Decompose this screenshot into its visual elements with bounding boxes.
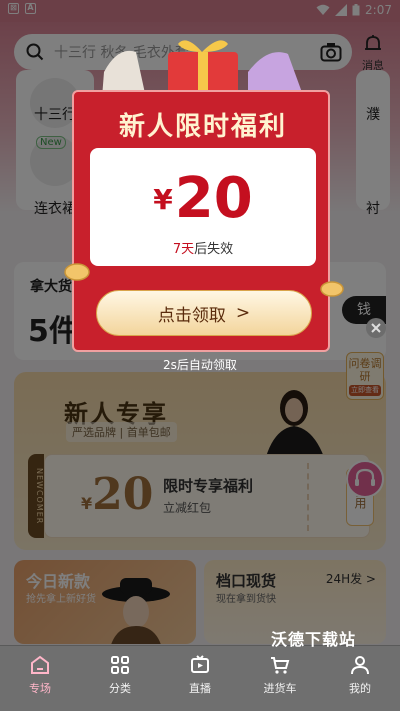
tab-label: 进货车 xyxy=(263,682,297,695)
popup-card: 新人限时福利 ¥20 7天后失效 点击领取 > xyxy=(72,90,330,352)
tab-cart[interactable]: 进货车 xyxy=(240,654,320,696)
coupon-expiry: 7天后失效 xyxy=(172,242,234,257)
tab-label: 分类 xyxy=(109,682,131,695)
person-icon xyxy=(351,656,369,675)
home-icon xyxy=(31,655,49,674)
welfare-popup: 新人限时福利 ¥20 7天后失效 点击领取 > xyxy=(72,90,330,352)
close-popup-button[interactable] xyxy=(366,318,386,338)
claim-button[interactable]: 点击领取 > xyxy=(96,290,312,336)
chevron-right-icon: > xyxy=(235,303,251,323)
popup-title: 新人限时福利 xyxy=(118,112,287,142)
grid-icon xyxy=(111,656,129,674)
coin-icon xyxy=(64,263,90,281)
coin-icon xyxy=(320,281,344,297)
tab-live[interactable]: 直播 xyxy=(160,654,240,696)
bottom-tab-bar: 专场 分类 直播 进货车 我的 xyxy=(0,645,400,711)
cart-icon xyxy=(271,657,290,674)
popup-coupon: ¥20 7天后失效 xyxy=(90,148,316,266)
claim-label: 点击领取 xyxy=(157,305,226,326)
tab-label: 直播 xyxy=(189,682,211,695)
tab-category[interactable]: 分类 xyxy=(80,654,160,696)
close-icon xyxy=(371,323,381,333)
tab-profile[interactable]: 我的 xyxy=(320,654,400,696)
coupon-amount: ¥20 xyxy=(153,166,253,231)
tv-icon xyxy=(191,655,209,673)
tab-home[interactable]: 专场 xyxy=(0,654,80,696)
tab-label: 专场 xyxy=(29,682,51,695)
auto-claim-text: 2s后自动领取 xyxy=(163,358,237,372)
tab-label: 我的 xyxy=(349,682,371,695)
watermark-text: 沃德下载站 xyxy=(270,630,356,649)
